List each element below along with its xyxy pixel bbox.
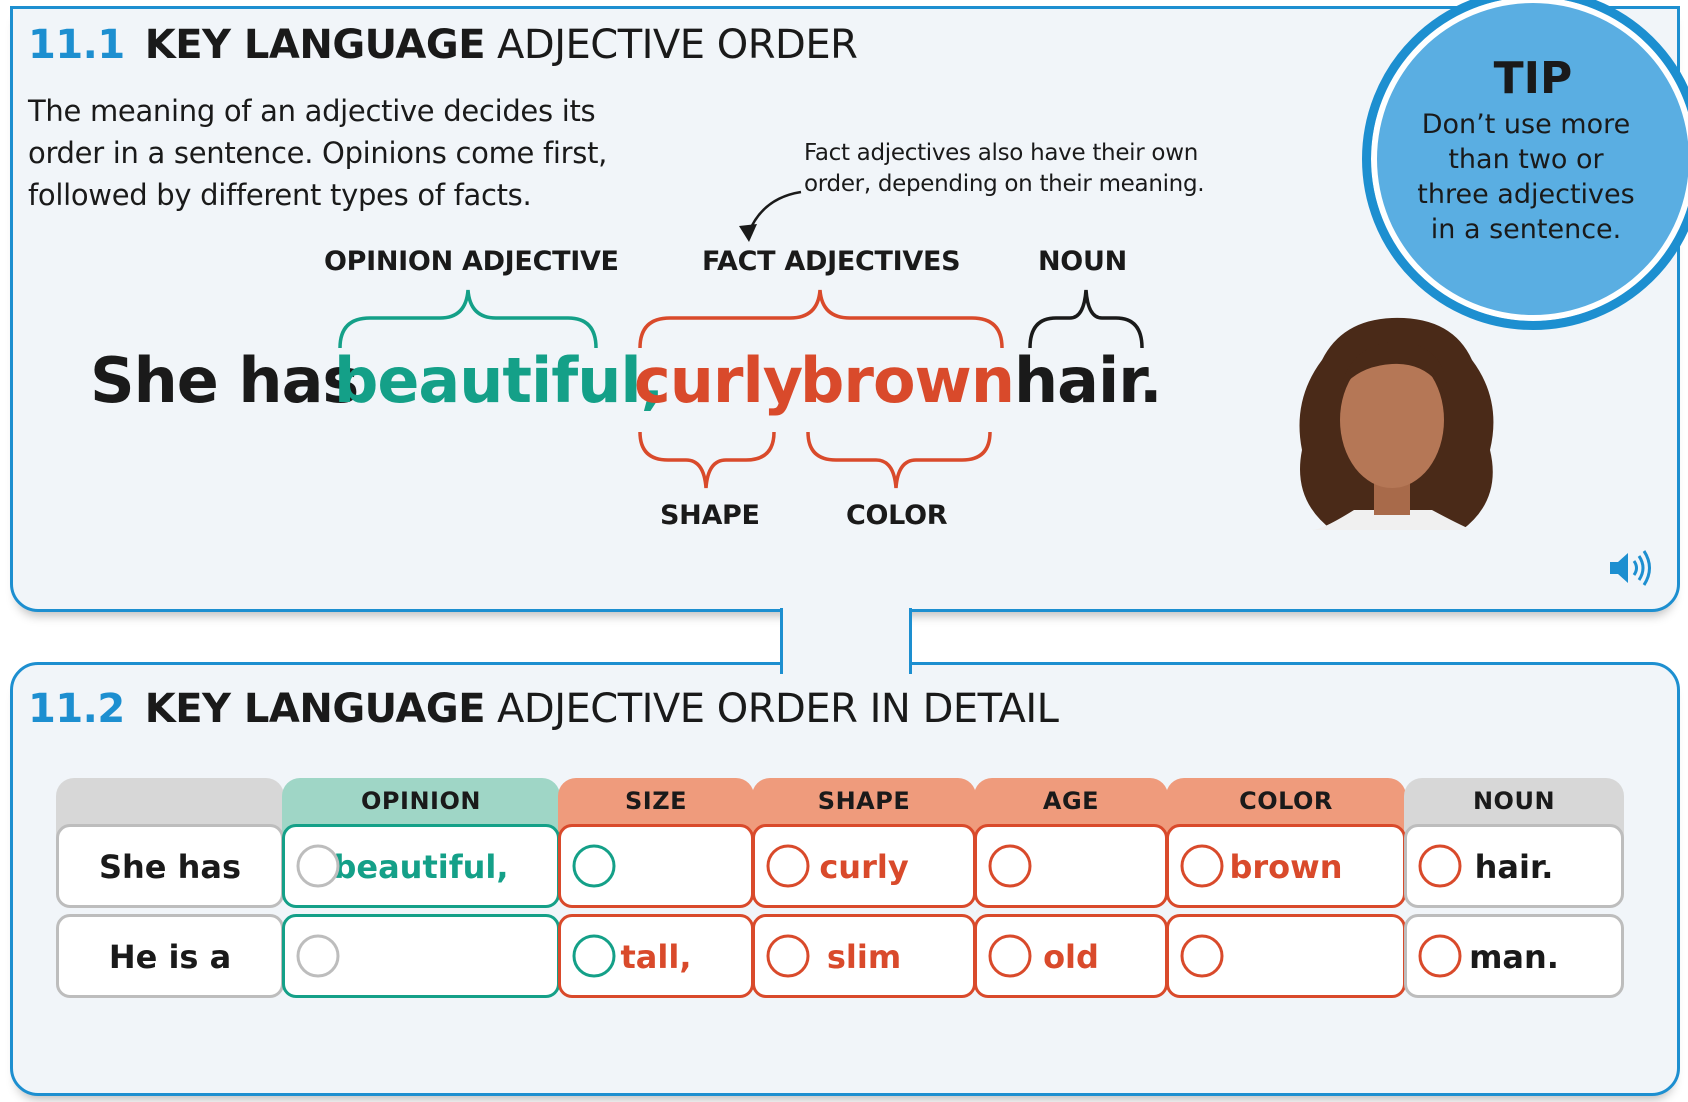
shape-bracket bbox=[638, 431, 776, 489]
sentence-shape-word: curly bbox=[634, 344, 803, 417]
section-number: 11.2 bbox=[28, 686, 125, 732]
noun-bracket bbox=[1028, 289, 1144, 349]
shape-label: SHAPE bbox=[660, 500, 760, 531]
sentence-start: She has bbox=[90, 344, 359, 417]
woman-portrait-illustration bbox=[1299, 317, 1494, 530]
color-bracket bbox=[806, 431, 992, 489]
puzzle-connectors bbox=[296, 844, 1462, 978]
key-language-label: KEY LANGUAGE bbox=[144, 686, 486, 732]
opinion-bracket bbox=[338, 289, 598, 349]
sentence-opinion-word: beautiful, bbox=[334, 344, 664, 417]
sentence-color-word: brown bbox=[800, 344, 1015, 417]
speaker-icon[interactable] bbox=[1608, 548, 1654, 588]
color-label: COLOR bbox=[846, 500, 948, 531]
fact-bracket bbox=[638, 289, 1004, 349]
tip-title: TIP bbox=[1493, 53, 1573, 104]
section-title: ADJECTIVE ORDER IN DETAIL bbox=[497, 686, 1059, 732]
sentence-noun: hair. bbox=[1014, 344, 1163, 417]
panel-connector-lower bbox=[780, 612, 912, 674]
section-11-2-heading: 11.2 KEY LANGUAGE ADJECTIVE ORDER IN DETAI… bbox=[28, 686, 1059, 732]
tip-body: Don’t use more than two or three adjecti… bbox=[1417, 109, 1635, 245]
